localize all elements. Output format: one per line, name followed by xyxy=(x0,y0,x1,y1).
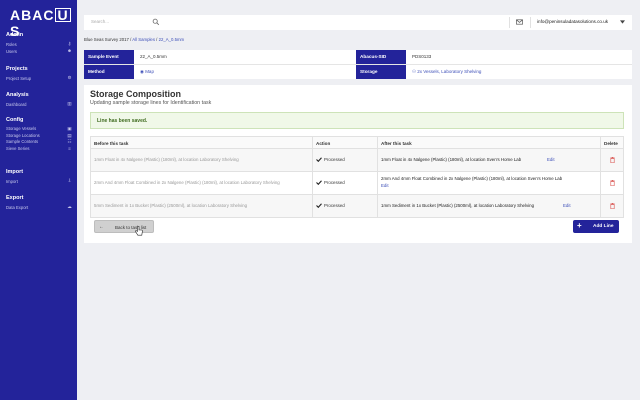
row-action-text: Processed xyxy=(324,203,345,208)
gear-icon: ⚙ xyxy=(67,75,72,80)
edit-link[interactable]: Edit xyxy=(381,183,389,188)
page-subtitle: Updating sample storage lines for Identi… xyxy=(90,100,212,106)
row-before-text: 2mm And 4mm Float Combined in 2x Nalgene… xyxy=(94,180,280,185)
sidebar-item-project-setup[interactable]: Project Setup ⚙ xyxy=(6,75,72,82)
sidebar-item-sieve-series[interactable]: Sieve Series ≡ xyxy=(6,146,72,153)
nav-section-export: Export Data Export ☁ xyxy=(6,195,72,211)
sample-event-value: 22_A_0.5mm xyxy=(140,54,167,59)
column-divider xyxy=(312,136,313,218)
breadcrumb: Blue Seas Survey 2017 / All Samples / 22… xyxy=(84,37,185,42)
mail-icon[interactable] xyxy=(516,19,523,25)
add-line-button[interactable]: + Add Line xyxy=(573,220,619,233)
sieve-icon: ≡ xyxy=(68,145,71,151)
sidebar-item-roles[interactable]: Roles ⚷ xyxy=(6,41,72,48)
chart-icon: ▥ xyxy=(67,101,72,106)
sample-event-label: Sample Event xyxy=(84,50,134,64)
edit-link[interactable]: Edit xyxy=(563,203,571,208)
search-input[interactable]: Search... xyxy=(91,19,109,24)
search-icon[interactable] xyxy=(152,18,160,26)
method-link[interactable]: ◉ Map xyxy=(140,69,154,75)
column-header-before: Before this task xyxy=(94,141,129,146)
users-icon: ☻ xyxy=(67,48,72,53)
breadcrumb-current[interactable]: 22_A_0.5mm xyxy=(159,37,185,42)
storage-label: Storage xyxy=(356,65,406,79)
success-alert: Line has been saved. xyxy=(90,112,624,129)
page-title: Storage Composition xyxy=(90,89,182,99)
import-icon: ⇩ xyxy=(67,178,72,183)
check-icon xyxy=(316,203,322,208)
check-icon xyxy=(316,157,322,162)
column-divider xyxy=(377,136,378,218)
trash-icon[interactable] xyxy=(610,203,615,209)
sid-value: PDS0133 xyxy=(412,54,432,59)
sidebar: ABAC US Admin Roles ⚷ Users ☻ Projects Proj… xyxy=(0,0,77,400)
row-action-text: Processed xyxy=(324,157,345,162)
row-after-text: 1mm Sediment in 1x Bucket (Plastic) (250… xyxy=(381,203,535,208)
storage-composition-card: Storage Composition Updating sample stor… xyxy=(84,85,632,243)
nav-heading-projects: Projects xyxy=(6,66,28,72)
row-action-text: Processed xyxy=(324,180,345,185)
check-icon xyxy=(316,180,322,185)
divider xyxy=(530,17,531,28)
edit-link[interactable]: Edit xyxy=(547,157,555,162)
chevron-down-icon[interactable] xyxy=(620,20,625,24)
box-icon: ▣ xyxy=(67,126,72,131)
breadcrumb-project[interactable]: Blue Seas Survey 2017 xyxy=(84,37,129,42)
column-header-action: Action xyxy=(316,141,331,146)
column-divider xyxy=(600,136,601,218)
method-label: Method xyxy=(84,65,134,79)
breadcrumb-all-samples[interactable]: All Samples xyxy=(132,37,155,42)
divider xyxy=(509,17,510,28)
back-to-task-list-button[interactable]: ← Back to task list xyxy=(94,220,154,233)
nav-section-admin: Admin Roles ⚷ Users ☻ xyxy=(6,32,72,55)
row-before-text: 1mm Float in 4x Nalgene (Plastic) (180ml… xyxy=(94,157,239,162)
nav-heading-import: Import xyxy=(6,169,24,175)
nav-section-config: Config Storage Vessels ▣ Storage Location… xyxy=(6,117,72,152)
sample-info-panel: Sample Event 22_A_0.5mm Method ◉ Map Aba… xyxy=(84,50,632,79)
table-header: Before this task Action After this task … xyxy=(90,136,624,149)
contents-icon: ☷ xyxy=(67,139,72,144)
location-icon: ▤ xyxy=(67,132,72,138)
row-before-text: 5mm Sediment in 1x Bucket (Plastic) (250… xyxy=(94,203,248,208)
alert-text: Line has been saved. xyxy=(97,118,148,124)
arrow-left-icon: ← xyxy=(99,224,104,230)
sidebar-item-users[interactable]: Users ☻ xyxy=(6,48,72,55)
sidebar-item-import[interactable]: Import ⇩ xyxy=(6,178,72,185)
sidebar-item-dashboard[interactable]: Dashboard ▥ xyxy=(6,101,72,108)
nav-heading-config: Config xyxy=(6,117,24,123)
nav-heading-export: Export xyxy=(6,195,24,201)
table-row: 2mm And 4mm Float Combined in 2x Nalgene… xyxy=(90,172,624,195)
row-after-text: 1mm Float in 4x Nalgene (Plastic) (180ml… xyxy=(381,157,522,162)
sidebar-item-data-export[interactable]: Data Export ☁ xyxy=(6,204,72,211)
row-after-text: 2mm And 4mm Float Combined in 2x Nalgene… xyxy=(381,176,563,181)
table-row: 1mm Float in 4x Nalgene (Plastic) (180ml… xyxy=(90,149,624,172)
plus-icon: + xyxy=(577,221,582,230)
trash-icon[interactable] xyxy=(610,157,615,163)
divider xyxy=(84,64,632,65)
top-bar: Search... info@peninsuladatasolutions.co… xyxy=(84,15,632,30)
storage-link[interactable]: ⚇ 2x Vessels, Laboratory Shelving xyxy=(412,69,481,75)
user-menu[interactable]: info@peninsuladatasolutions.co.uk xyxy=(537,19,608,24)
nav-section-import: Import Import ⇩ xyxy=(6,169,72,185)
trash-icon[interactable] xyxy=(610,180,615,186)
hand-cursor-icon xyxy=(135,226,143,236)
column-header-after: After this task xyxy=(381,141,412,146)
column-header-delete: Delete xyxy=(604,141,618,146)
export-icon: ☁ xyxy=(67,204,72,209)
table-row: 5mm Sediment in 1x Bucket (Plastic) (250… xyxy=(90,195,624,218)
sid-label: Abacus-SID xyxy=(356,50,406,64)
key-icon: ⚷ xyxy=(67,41,72,46)
nav-heading-analysis: Analysis xyxy=(6,92,29,98)
nav-section-projects: Projects Project Setup ⚙ xyxy=(6,66,72,82)
nav-section-analysis: Analysis Dashboard ▥ xyxy=(6,92,72,108)
nav-heading-admin: Admin xyxy=(6,32,24,38)
